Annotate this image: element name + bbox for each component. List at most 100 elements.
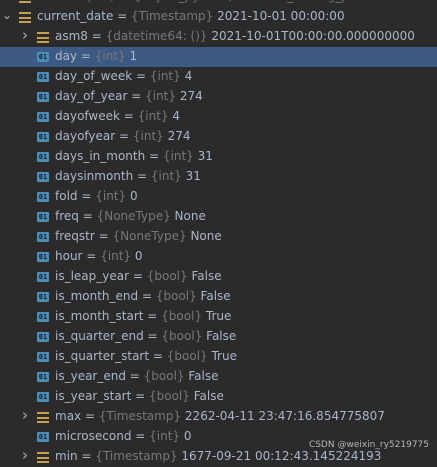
variable-row[interactable]: 01 is_month_end = {bool} False [0,287,437,307]
chevron-right-icon[interactable]: › [2,0,12,4]
variable-name: freq [55,209,79,223]
variable-row[interactable]: › asm8 = {datetime64: ()} 2021-10-01T00:0… [0,26,437,47]
variable-row[interactable]: 01 freq = {NoneType} None [0,207,437,227]
variable-icon: 01 [37,112,49,122]
variable-value: 1677-09-21 00:12:43.145224193 [181,449,382,463]
variable-type: {int} [162,149,198,163]
variable-value: D:\project_python\customer_issuing_predi… [120,0,402,3]
equals-sign: = [138,289,156,303]
variable-value: False [200,289,231,303]
variable-type: {NoneType} [96,209,175,223]
variable-name: fold [55,189,78,203]
chevron-right-icon[interactable]: › [20,26,30,44]
variable-row[interactable]: 01 is_leap_year = {bool} False [0,267,437,287]
variable-name: min [55,449,78,463]
variable-icon: 01 [37,372,49,382]
chevron-right-icon[interactable]: › [20,406,30,424]
variable-row[interactable]: 01 dayofweek = {int} 4 [0,107,437,127]
debugger-variables-panel: › PATH = {str} D:\project_python\customer… [0,0,437,464]
equals-sign: = [149,349,167,363]
variable-value: False [206,329,237,343]
variable-value: 0 [134,249,143,263]
variable-row[interactable]: 01 days_in_month = {int} 31 [0,147,437,167]
variable-icon: 01 [37,352,49,362]
watermark: CSDN @weixin_ry5219775 [308,440,429,450]
variable-type: {bool} [149,389,194,403]
variable-type: {bool} [166,349,212,363]
object-icon [19,12,31,23]
variable-row[interactable]: 01 is_quarter_start = {bool} True [0,347,437,367]
variable-type: {bool} [155,289,201,303]
variable-row[interactable]: 01 fold = {int} 0 [0,187,437,207]
variable-name: day_of_year [55,89,128,103]
variable-name: is_month_start [55,309,144,323]
variable-value: True [211,349,237,363]
variable-icon: 01 [37,92,49,102]
variable-value: False [188,369,219,383]
equals-sign: = [67,0,85,3]
variable-type: {int} [150,169,186,183]
variable-value: 274 [167,129,191,143]
variable-row[interactable]: ⌄ current_date = {Timestamp} 2021-10-01 0… [0,7,437,27]
variable-name: daysinmonth [55,169,134,183]
variable-value: 31 [197,149,213,163]
variable-type: {bool} [161,329,207,343]
variable-type: {Timestamp} [98,409,185,423]
variable-icon: 01 [37,192,49,202]
variable-row[interactable]: › PATH = {str} D:\project_python\customer… [0,0,437,7]
variable-name: is_quarter_end [55,329,144,343]
variable-icon: 01 [37,392,49,402]
variable-value: 0 [183,429,192,443]
chevron-down-icon[interactable]: ⌄ [2,8,12,22]
equals-sign: = [131,389,149,403]
variable-row[interactable]: › min = {Timestamp} 1677-09-21 00:12:43.1… [0,446,437,467]
variable-icon: 01 [37,292,49,302]
equals-sign: = [127,89,146,103]
variable-icon: 01 [37,312,49,322]
variable-row[interactable]: 01 hour = {int} 0 [0,247,437,267]
variable-row[interactable]: 01 is_month_start = {bool} True [0,307,437,327]
variable-value: 2262-04-11 23:47:16.854775807 [184,409,385,423]
variable-row[interactable]: 01 day = {int} 1 [0,47,437,67]
chevron-right-icon[interactable]: › [20,446,30,464]
variable-type: {int} [145,89,180,103]
variable-name: hour [55,249,83,263]
variable-row[interactable]: 01 daysinmonth = {int} 31 [0,167,437,187]
equals-sign: = [143,309,162,323]
variable-name: current_date [37,9,114,23]
variable-value: 31 [185,169,201,183]
variable-name: is_year_start [55,389,132,403]
equals-sign: = [132,69,150,83]
variable-row[interactable]: › max = {Timestamp} 2262-04-11 23:47:16.8… [0,406,437,427]
variable-row[interactable]: 01 day_of_year = {int} 274 [0,87,437,107]
variable-row[interactable]: 01 is_year_start = {bool} False [0,387,437,407]
variable-row[interactable]: 01 freqstr = {NoneType} None [0,227,437,247]
equals-sign: = [115,129,133,143]
variable-row[interactable]: 01 dayofyear = {int} 274 [0,127,437,147]
variable-row[interactable]: 01 is_year_end = {bool} False [0,367,437,387]
variable-type: {bool} [161,309,206,323]
variable-value: 4 [172,109,181,123]
object-icon [37,32,49,43]
variable-type: {datetime64: ()} [105,29,212,43]
variable-name: is_year_end [55,369,126,383]
variable-value: 1 [129,49,138,63]
equals-sign: = [133,169,151,183]
equals-sign: = [94,229,113,243]
variable-value: 2021-10-01 00:00:00 [217,9,345,23]
variable-type: {bool} [143,369,189,383]
variable-name: day [55,49,78,63]
object-icon [37,412,49,423]
variable-icon: 01 [37,172,49,182]
variable-icon: 01 [37,72,49,82]
variable-name: is_leap_year [55,269,130,283]
variable-row[interactable]: 01 is_quarter_end = {bool} False [0,327,437,347]
variable-type: {int} [137,109,173,123]
variable-value: None [174,209,206,223]
variable-icon: 01 [37,252,49,262]
equals-sign: = [78,209,97,223]
variable-type: {int} [95,189,130,203]
variable-row[interactable]: 01 day_of_week = {int} 4 [0,67,437,87]
equals-sign: = [131,429,150,443]
variable-value: True [205,309,232,323]
